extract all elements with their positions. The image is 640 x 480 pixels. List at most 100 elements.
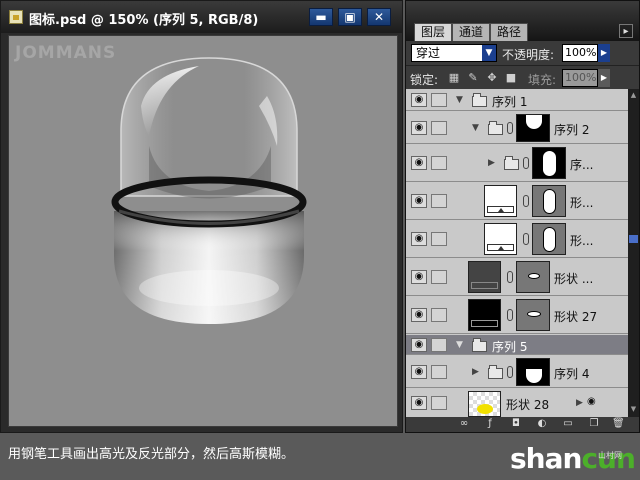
layer-thumbnail[interactable] <box>468 391 501 417</box>
link-toggle[interactable] <box>431 232 447 246</box>
document-title-bar[interactable]: 图标.psd @ 150% (序列 5, RGB/8) ▬ ▣ ✕ <box>1 1 402 33</box>
eye-icon[interactable]: ◉ <box>411 308 427 322</box>
new-group-icon[interactable]: ▭ <box>562 418 574 430</box>
add-style-icon[interactable]: ƒ <box>484 418 496 430</box>
layer-thumbnail[interactable] <box>468 261 501 293</box>
layer-row[interactable]: ◉ 形... <box>406 183 628 220</box>
layer-list-scrollbar[interactable]: ▲ ▼ <box>628 89 639 417</box>
scroll-down-icon[interactable]: ▼ <box>629 405 638 413</box>
link-layers-icon[interactable]: ∞ <box>458 418 470 430</box>
collapse-triangle-icon[interactable]: ▼ <box>456 340 463 350</box>
layer-row-selected[interactable]: ◉ ▼ 序列 5 <box>406 335 628 355</box>
eye-icon[interactable]: ◉ <box>411 396 427 410</box>
eye-icon[interactable]: ◉ <box>411 232 427 246</box>
layer-mask-thumbnail[interactable] <box>516 358 550 386</box>
eye-icon[interactable]: ◉ <box>411 194 427 208</box>
visibility-cell: ◉ <box>410 356 428 387</box>
opacity-slider-arrow-icon[interactable]: ▶ <box>598 44 610 62</box>
logo-subtitle: 山村网 <box>598 451 622 460</box>
blend-mode-select[interactable]: 穿过 ▼ <box>411 44 497 62</box>
layer-style-icon[interactable]: ◉ <box>587 396 596 407</box>
layer-name: 形状 28 <box>506 398 550 412</box>
link-toggle[interactable] <box>431 93 447 107</box>
collapse-triangle-icon[interactable]: ▼ <box>456 95 463 105</box>
tab-channels[interactable]: 通道 <box>452 23 491 41</box>
mask-link-icon[interactable] <box>523 195 529 207</box>
expand-triangle-icon[interactable]: ▶ <box>488 158 495 168</box>
link-toggle[interactable] <box>431 121 447 135</box>
mask-link-icon[interactable] <box>507 309 513 321</box>
layer-thumbnail[interactable] <box>468 299 501 331</box>
eye-icon[interactable]: ◉ <box>411 338 427 352</box>
eye-icon[interactable]: ◉ <box>411 270 427 284</box>
fill-slider-arrow-icon[interactable]: ▶ <box>598 69 610 87</box>
tutorial-caption: 用钢笔工具画出高光及反光部分，然后高斯模糊。 <box>8 447 295 462</box>
close-button[interactable]: ✕ <box>367 8 391 26</box>
lock-position-icon[interactable]: ✥ <box>486 72 498 84</box>
new-adjustment-icon[interactable]: ◐ <box>536 418 548 430</box>
layer-thumbnail[interactable] <box>484 185 517 217</box>
layer-thumbnail[interactable] <box>484 223 517 255</box>
scroll-thumb[interactable] <box>629 235 638 243</box>
layer-mask-thumbnail[interactable] <box>516 114 550 142</box>
lock-all-icon[interactable]: ■ <box>505 72 517 84</box>
vector-mask-thumbnail[interactable] <box>516 261 550 293</box>
effects-expand-icon[interactable]: ▶ <box>576 398 583 408</box>
link-toggle[interactable] <box>431 194 447 208</box>
new-layer-icon[interactable]: ❐ <box>588 418 600 430</box>
layer-row[interactable]: ◉ 形状 ... <box>406 259 628 296</box>
eye-icon[interactable]: ◉ <box>411 156 427 170</box>
expand-triangle-icon[interactable]: ▶ <box>472 367 479 377</box>
fill-input[interactable]: 100% <box>562 69 598 87</box>
link-toggle[interactable] <box>431 338 447 352</box>
layer-row[interactable]: ◉ ▼ 序列 2 <box>406 112 628 144</box>
visibility-cell: ◉ <box>410 259 428 295</box>
tab-paths[interactable]: 路径 <box>490 23 529 41</box>
mask-link-icon[interactable] <box>507 271 513 283</box>
minimize-button[interactable]: ▬ <box>309 8 333 26</box>
scroll-up-icon[interactable]: ▲ <box>629 91 638 99</box>
mask-link-icon[interactable] <box>523 233 529 245</box>
layer-name: 序... <box>570 158 594 172</box>
eye-icon[interactable]: ◉ <box>411 121 427 135</box>
layer-row[interactable]: ◉ ▼ 序列 1 <box>406 89 628 111</box>
link-toggle[interactable] <box>431 365 447 379</box>
layers-panel-toolbar: ∞ ƒ ◘ ◐ ▭ ❐ 🗑 <box>406 417 639 432</box>
link-toggle[interactable] <box>431 270 447 284</box>
visibility-cell: ◉ <box>410 145 428 181</box>
add-mask-icon[interactable]: ◘ <box>510 418 522 430</box>
mask-link-icon[interactable] <box>507 122 513 134</box>
layer-row[interactable]: ◉ 形状 27 <box>406 297 628 334</box>
layer-row[interactable]: ◉ 形... <box>406 221 628 258</box>
layer-name: 形... <box>570 234 594 248</box>
capsule-artwork <box>111 57 307 324</box>
document-title: 图标.psd @ 150% (序列 5, RGB/8) <box>29 13 259 28</box>
trash-icon[interactable]: 🗑 <box>612 418 625 430</box>
vector-mask-thumbnail[interactable] <box>532 223 566 255</box>
document-canvas[interactable]: JOMMANS <box>8 35 398 427</box>
layer-row[interactable]: ◉ 形状 28 ▶ ◉ <box>406 389 628 417</box>
mask-link-icon[interactable] <box>523 157 529 169</box>
visibility-cell: ◉ <box>410 112 428 143</box>
eye-icon[interactable]: ◉ <box>411 365 427 379</box>
layer-mask-thumbnail[interactable] <box>532 147 566 179</box>
eye-icon[interactable]: ◉ <box>411 93 427 107</box>
maximize-button[interactable]: ▣ <box>338 8 362 26</box>
tab-layers[interactable]: 图层 <box>414 23 453 41</box>
link-toggle[interactable] <box>431 156 447 170</box>
layer-row[interactable]: ◉ ▶ 序... <box>406 145 628 182</box>
collapse-triangle-icon[interactable]: ▼ <box>472 123 479 133</box>
layer-row[interactable]: ◉ ▶ 序列 4 <box>406 356 628 388</box>
panel-menu-icon[interactable]: ▸ <box>619 24 633 38</box>
vector-mask-thumbnail[interactable] <box>532 185 566 217</box>
layer-list: ◉ ▼ 序列 1 ◉ ▼ 序列 2 ◉ ▶ 序... ◉ 形... ◉ 形...… <box>406 89 628 417</box>
lock-pixels-icon[interactable]: ✎ <box>467 72 479 84</box>
link-toggle[interactable] <box>431 308 447 322</box>
fill-label: 填充: <box>528 73 557 87</box>
lock-transparency-icon[interactable]: ▦ <box>448 72 460 84</box>
visibility-cell: ◉ <box>410 89 428 110</box>
mask-link-icon[interactable] <box>507 366 513 378</box>
link-toggle[interactable] <box>431 396 447 410</box>
opacity-input[interactable]: 100% <box>562 44 598 62</box>
vector-mask-thumbnail[interactable] <box>516 299 550 331</box>
